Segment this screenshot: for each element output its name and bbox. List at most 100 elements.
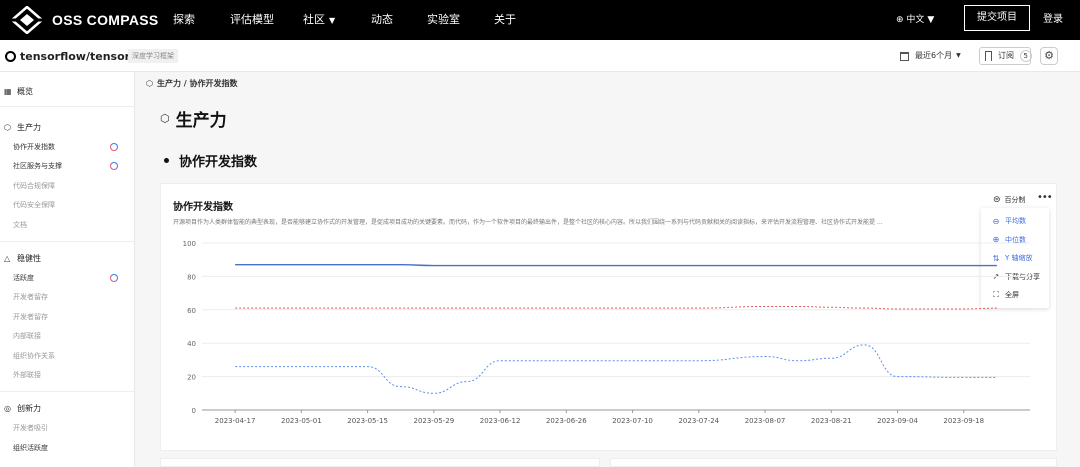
sidebar-divider: [0, 106, 134, 107]
series-line: [235, 344, 997, 394]
card-title: 协作开发指数: [173, 202, 233, 213]
x-tick-label: 2023-07-10: [612, 417, 653, 425]
chart-menu-item[interactable]: ⊖ 平均数: [991, 216, 1026, 226]
x-tick-label: 2023-06-12: [480, 417, 521, 425]
period-selector[interactable]: 最近6个月 ▼: [900, 40, 961, 72]
average-icon: ⊖: [992, 216, 1000, 226]
sidebar-item[interactable]: 协作开发指数: [13, 142, 55, 152]
card-placeholder: [610, 458, 1057, 467]
card-placeholder: [160, 458, 600, 467]
x-tick-label: 2023-05-29: [413, 417, 454, 425]
nav-item-label: 实验室: [427, 13, 460, 26]
sidebar-item[interactable]: 开发者留存: [13, 312, 48, 322]
nav-item[interactable]: 实验室: [427, 0, 460, 40]
sidebar-item[interactable]: 组织协作关系: [13, 351, 55, 361]
sidebar-group[interactable]: ⬡ 生产力: [4, 122, 41, 133]
sidebar-item-overview[interactable]: ▦ 概览: [4, 86, 33, 97]
sidebar-item[interactable]: 开发者留存: [13, 292, 48, 302]
series-line: [235, 305, 997, 310]
caret-down-icon: ▼: [329, 16, 336, 25]
bulb-icon: ◎: [4, 404, 11, 414]
bookmark-icon: [985, 51, 992, 61]
x-tick-label: 2023-08-21: [811, 417, 852, 425]
nav-item-label: 动态: [371, 13, 393, 26]
period-label: 最近6个月: [915, 51, 953, 60]
breadcrumb: ⬡ 生产力 / 协作开发指数: [146, 78, 237, 89]
chart-menu-item-label: 平均数: [1005, 217, 1026, 225]
nav-item[interactable]: 关于: [494, 0, 516, 40]
logo[interactable]: OSS COMPASS: [10, 6, 159, 34]
y-tick-label: 60: [187, 307, 196, 315]
grid-icon: ▦: [4, 87, 12, 96]
nav-item[interactable]: 动态: [371, 0, 393, 40]
sidebar-item[interactable]: 社区服务与支撑: [13, 161, 62, 171]
settings-button[interactable]: ⚙: [1040, 47, 1058, 65]
triangle-icon: △: [4, 254, 11, 263]
nav-item-label: 探索: [173, 13, 195, 26]
sidebar-item[interactable]: 活跃度: [13, 273, 34, 283]
x-tick-label: 2023-07-24: [678, 417, 719, 425]
y-tick-label: 80: [187, 273, 196, 281]
sidebar-item[interactable]: 开发者吸引: [13, 423, 48, 433]
repo-tag: 深度学习框架: [128, 49, 178, 63]
sidebar-item[interactable]: 代码安全保障: [13, 200, 55, 210]
more-icon[interactable]: •••: [1037, 192, 1053, 203]
sidebar-item[interactable]: 文档: [13, 220, 27, 230]
nav-item[interactable]: 探索: [173, 0, 195, 40]
repo-header: tensorflow/tensorflow 深度学习框架 最近6个月 ▼ 订阅 …: [0, 40, 1080, 72]
subscribe-count: 5: [1019, 50, 1033, 62]
subsection-title-label: 协作开发指数: [179, 155, 258, 170]
submit-project-button[interactable]: 提交项目: [964, 5, 1030, 31]
subscribe-button[interactable]: 订阅 5: [979, 47, 1033, 65]
sidebar: ▦ 概览 ⬡ 生产力协作开发指数 社区服务与支撑 代码合规保障 代码安全保障 文档 △ 稳健性…: [0, 72, 135, 467]
x-tick-label: 2023-09-18: [943, 417, 984, 425]
next-cards: [160, 458, 1057, 467]
sidebar-item[interactable]: 代码合规保障: [13, 181, 55, 191]
percent-toggle[interactable]: ⊜ 百分制: [993, 195, 1026, 205]
loading-spinner-icon: [110, 162, 118, 171]
calendar-icon: [900, 51, 909, 61]
nav-item[interactable]: 评估模型: [230, 0, 274, 40]
sidebar-group-label: 稳健性: [17, 254, 41, 263]
breadcrumb-label: 生产力 / 协作开发指数: [156, 79, 238, 88]
nav-item-label: 社区: [303, 13, 325, 26]
language-label: 中文: [906, 15, 925, 25]
language-switcher[interactable]: ⊕ 中文 ▼: [896, 0, 934, 40]
sidebar-item[interactable]: 组织活跃度: [13, 443, 48, 453]
percent-label: 百分制: [1004, 196, 1026, 204]
nav-item-label: 关于: [494, 13, 516, 26]
sidebar-group[interactable]: △ 稳健性: [4, 253, 41, 264]
login-link[interactable]: 登录: [1043, 0, 1063, 40]
nav-item[interactable]: 社区 ▼: [303, 0, 335, 40]
percent-icon: ⊜: [993, 195, 1001, 205]
loading-spinner-icon: [110, 143, 118, 151]
subscribe-label: 订阅: [998, 51, 1014, 60]
cube-icon: ⬡: [4, 123, 11, 132]
subsection-title: 协作开发指数: [164, 151, 257, 170]
x-tick-label: 2023-08-07: [745, 417, 786, 425]
y-tick-label: 0: [192, 407, 196, 415]
sidebar-overview-label: 概览: [17, 87, 33, 96]
loading-spinner-icon: [110, 274, 118, 282]
sidebar-divider: [0, 241, 134, 242]
cube-icon: ⬡: [160, 112, 170, 125]
x-tick-label: 2023-04-17: [215, 417, 256, 425]
line-chart: 0 20 40 60 80 100 2023-04-17 2023-05-01 2023-05-…: [183, 240, 1030, 425]
github-icon: [5, 50, 16, 62]
x-tick-label: 2023-05-15: [347, 417, 388, 425]
x-tick-label: 2023-05-01: [281, 417, 322, 425]
sidebar-group-label: 创新力: [17, 404, 41, 414]
series-line: [235, 264, 997, 267]
sidebar-group[interactable]: ◎ 创新力: [4, 403, 41, 414]
sidebar-item[interactable]: 外部联接: [13, 370, 41, 380]
section-title-label: 生产力: [175, 111, 227, 131]
x-tick-label: 2023-06-26: [546, 417, 587, 425]
caret-down-icon: ▼: [927, 15, 935, 25]
y-tick-label: 40: [187, 340, 196, 348]
sidebar-item[interactable]: 内部联接: [13, 331, 41, 341]
caret-down-icon: ▼: [956, 52, 961, 59]
cube-icon: ⬡: [146, 79, 153, 88]
logo-text: OSS COMPASS: [52, 12, 159, 28]
sidebar-divider: [0, 391, 134, 393]
gear-icon: ⚙: [1044, 49, 1054, 62]
